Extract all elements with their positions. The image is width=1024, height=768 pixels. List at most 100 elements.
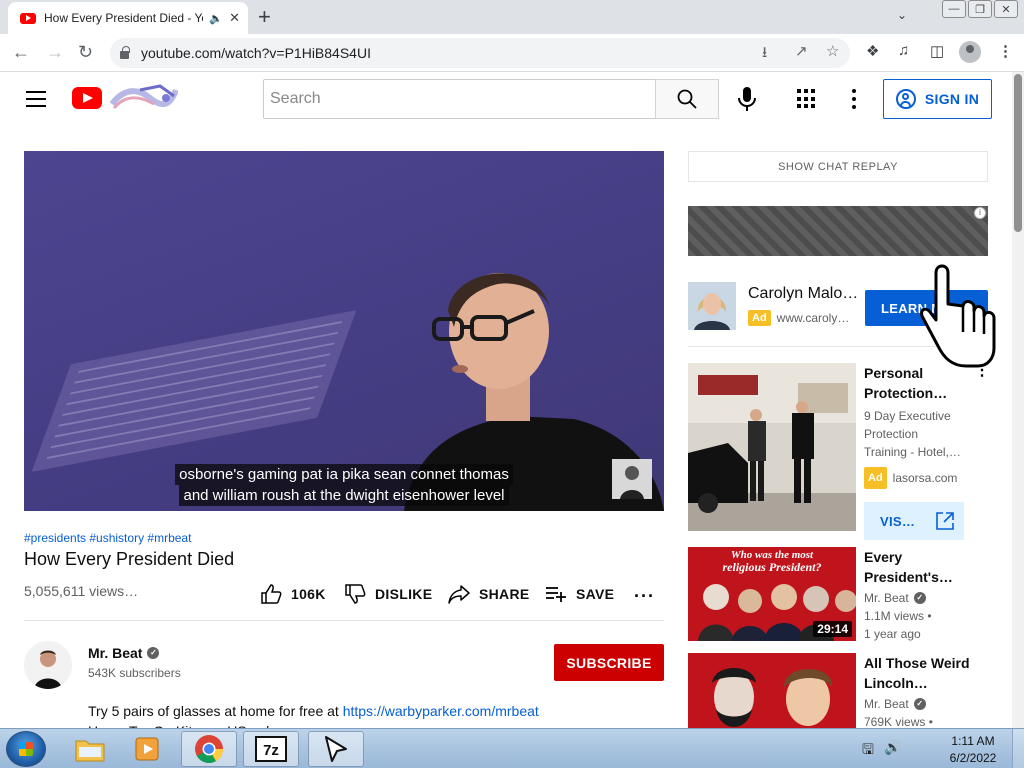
browser-menu-icon[interactable]: ⋮ [998,42,1013,60]
apps-grid-icon[interactable] [797,89,817,109]
subscriber-count: 543K subscribers [88,666,181,680]
channel-avatar[interactable] [24,641,72,689]
ad-info-icon[interactable]: i [974,207,986,219]
channel-name[interactable]: Mr. Beat ✓ [88,645,160,661]
sign-in-label: SIGN IN [924,91,980,107]
menu-hamburger-icon[interactable] [26,91,46,107]
sponsored-desc-line-1: 9 Day Executive [864,409,951,423]
ad-banner[interactable] [688,206,988,256]
view-count[interactable]: 5,055,611 views… [24,583,138,599]
ad-title[interactable]: Carolyn Malo… [748,285,858,303]
svg-text:7z: 7z [263,742,279,759]
close-window-icon[interactable]: ✕ [994,0,1018,18]
show-chat-replay-button[interactable]: SHOW CHAT REPLAY [688,151,988,182]
bookmark-star-icon[interactable]: ☆ [826,42,839,60]
scrollbar-thumb[interactable] [1014,74,1022,232]
thumbnail-text-2: religious President? [722,560,821,574]
media-control-icon[interactable]: ♫ [898,42,909,59]
closed-caption: osborne's gaming pat ia pika sean connet… [164,464,524,506]
restore-icon[interactable]: ❐ [968,0,992,18]
share-arrow-icon [448,585,470,604]
window-controls: — ❐ ✕ [940,0,1018,18]
video-thumbnail[interactable] [688,653,856,728]
like-button[interactable]: 106K [260,584,326,604]
lock-icon[interactable] [120,46,130,59]
forward-arrow-icon[interactable]: → [46,42,64,63]
speaker-icon[interactable]: 🔈 [209,12,223,25]
ad-badge: Ad [748,310,771,326]
taskbar-clock[interactable]: 1:11 AM 6/2/2022 [940,733,1006,767]
profile-avatar-icon[interactable] [959,41,981,63]
sponsored-url-row: Ad lasorsa.com [864,467,974,489]
video-title-line-2: President's… [864,569,953,585]
taskbar-media-player[interactable] [120,731,176,767]
ad-avatar[interactable] [688,282,736,330]
taskbar-7zip[interactable]: 7z [243,731,299,767]
save-button[interactable]: SAVE [545,584,614,604]
taskbar-chrome[interactable] [181,731,237,767]
advertiser-portrait [688,282,736,330]
reload-icon[interactable]: ↻ [78,42,93,63]
youtube-favicon-icon [20,12,36,24]
recommended-video[interactable]: All Those Weird Lincoln… Mr. Beat ✓ 769K… [688,653,988,728]
volume-icon[interactable]: 🔊 [884,739,901,763]
ad-url-row[interactable]: Ad www.caroly… [748,310,849,326]
thumbs-down-icon [345,584,366,604]
share-button[interactable]: SHARE [448,584,530,604]
video-thumbnail[interactable]: Who was the most religious President? 29… [688,547,856,641]
hand-cursor-icon [920,264,996,368]
more-actions-icon[interactable]: ··· [634,586,655,607]
sponsored-meta: Personal Protection… 9 Day Executive Pro… [864,363,974,489]
youtube-doodle[interactable] [110,84,178,112]
share-page-icon[interactable]: ↗ [795,42,808,60]
search-button[interactable] [655,79,719,119]
share-label: SHARE [479,586,530,602]
sponsored-desc-line-3: Training - Hotel,… [864,445,961,459]
back-arrow-icon[interactable]: ← [12,42,30,63]
description-link[interactable]: https://warbyparker.com/mrbeat [343,703,539,719]
new-tab-button[interactable]: + [258,4,271,30]
page-scrollbar[interactable] [1012,72,1024,728]
external-link-icon [936,512,954,530]
network-icon[interactable]: 🖫 [862,739,874,763]
dislike-label: DISLIKE [375,586,433,602]
video-meta: All Those Weird Lincoln… Mr. Beat ✓ 769K… [864,653,974,728]
sign-in-button[interactable]: SIGN IN [883,79,992,119]
install-icon[interactable]: ⭳ [762,42,767,67]
video-channel-row: Mr. Beat ✓ [864,695,974,713]
recommended-video[interactable]: Who was the most religious President? 29… [688,547,988,641]
like-count: 106K [291,586,326,602]
channel-watermark[interactable] [612,459,652,499]
subscribe-button[interactable]: SUBSCRIBE [554,644,664,681]
microphone-icon[interactable] [735,86,759,112]
url-text: youtube.com/watch?v=P1HiB84S4UI [141,45,371,61]
show-desktop-button[interactable] [1012,729,1024,768]
video-title-line-2: Lincoln… [864,675,928,691]
extensions-icon[interactable]: ❖ [866,42,879,60]
sponsored-url: lasorsa.com [892,471,958,485]
chevron-down-icon[interactable]: ⌄ [897,8,907,22]
dislike-button[interactable]: DISLIKE [344,584,432,604]
address-bar[interactable]: youtube.com/watch?v=P1HiB84S4UI [110,38,850,68]
close-tab-icon[interactable]: ✕ [229,10,240,26]
visit-site-button[interactable]: VIS… [864,502,964,540]
start-button-icon[interactable] [6,731,46,767]
taskbar-file-explorer[interactable] [62,731,118,767]
7zip-icon: 7z [255,736,287,762]
visit-label: VIS… [880,513,916,529]
video-player[interactable]: osborne's gaming pat ia pika sean connet… [24,151,664,511]
minimize-icon[interactable]: — [942,0,966,18]
description-text: Try 5 pairs of glasses at home for free … [88,703,343,719]
side-panel-icon[interactable]: ◫ [930,42,944,60]
verified-check-icon: ✓ [913,592,926,604]
taskbar-pointer-app[interactable] [308,731,364,767]
browser-tab-bar: How Every President Died - YouTube 🔈 ✕ +… [0,0,1024,34]
hashtags[interactable]: #presidents #ushistory #mrbeat [24,531,191,545]
youtube-logo-icon[interactable] [72,87,102,109]
search-input[interactable]: Search [263,79,656,119]
browser-tab[interactable]: How Every President Died - YouTube 🔈 ✕ [8,2,248,34]
sponsored-thumbnail[interactable] [688,363,856,531]
verified-check-icon: ✓ [147,647,160,659]
tab-title: How Every President Died - YouTube [44,11,203,25]
settings-more-icon[interactable] [851,89,857,109]
